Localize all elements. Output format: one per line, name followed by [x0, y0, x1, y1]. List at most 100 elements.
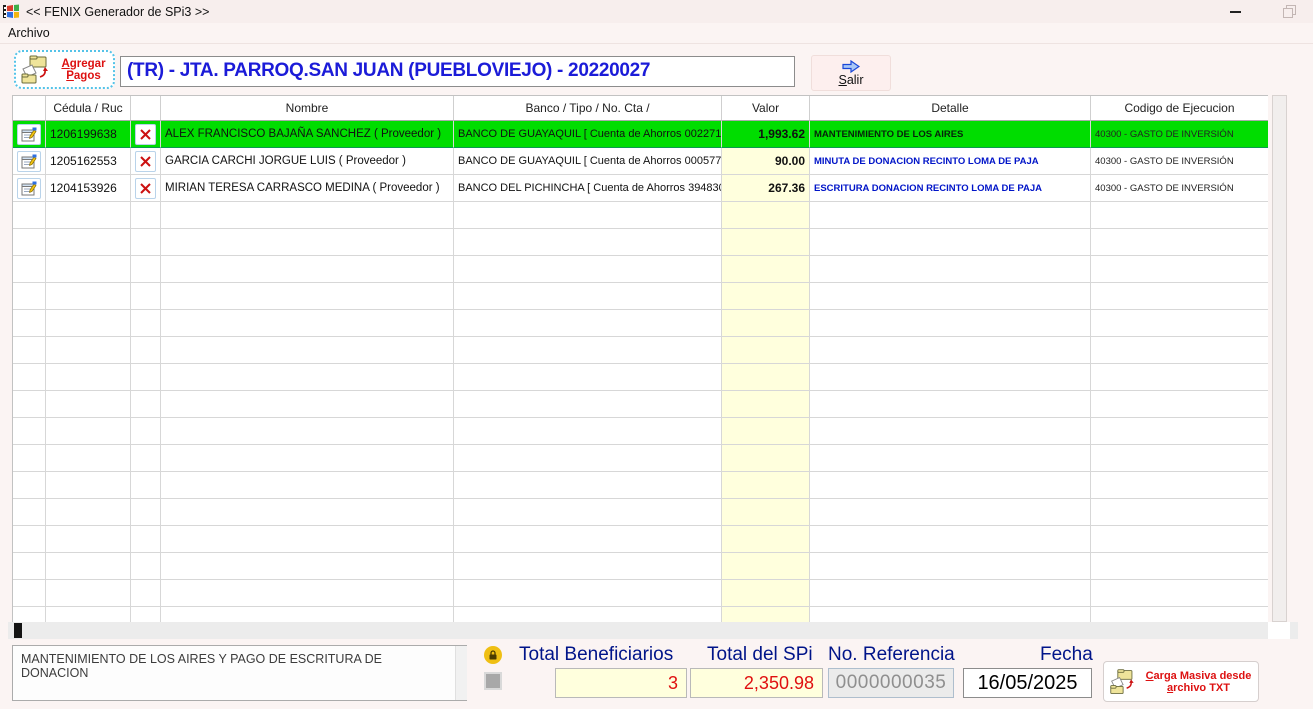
- table-cell: [810, 418, 1091, 445]
- table-cell: BANCO DE GUAYAQUIL [ Cuenta de Ahorros 0…: [454, 148, 722, 175]
- table-cell: [46, 364, 131, 391]
- table-cell: [454, 283, 722, 310]
- table-cell: [161, 472, 454, 499]
- table-cell: [810, 499, 1091, 526]
- folders-arrow-icon: [1110, 668, 1134, 694]
- table-cell: [13, 499, 46, 526]
- table-cell: [161, 553, 454, 580]
- table-cell: 40300 - GASTO DE INVERSIÓN: [1091, 148, 1268, 175]
- header-delete-column: [131, 96, 161, 121]
- table-cell: [810, 445, 1091, 472]
- table-cell: [131, 256, 161, 283]
- table-cell: [13, 418, 46, 445]
- table-cell: [722, 526, 810, 553]
- observacion-textarea[interactable]: MANTENIMIENTO DE LOS AIRES Y PAGO DE ESC…: [12, 645, 467, 701]
- table-cell: [161, 526, 454, 553]
- total-spi-label: Total del SPi: [707, 644, 813, 665]
- table-cell: [161, 499, 454, 526]
- table-cell: MANTENIMIENTO DE LOS AIRES: [810, 121, 1091, 148]
- table-cell: [161, 445, 454, 472]
- table-cell: [131, 202, 161, 229]
- table-cell: [1091, 310, 1268, 337]
- table-cell: [1091, 391, 1268, 418]
- horizontal-scrollbar-thumb[interactable]: [14, 623, 22, 638]
- table-cell: [810, 337, 1091, 364]
- table-cell: [131, 391, 161, 418]
- table-cell: [454, 607, 722, 622]
- header-cedula: Cédula / Ruc: [46, 96, 131, 121]
- table-cell: [46, 337, 131, 364]
- table-cell: BANCO DEL PICHINCHA [ Cuenta de Ahorros …: [454, 175, 722, 202]
- table-cell: [1091, 337, 1268, 364]
- table-cell: [13, 175, 46, 202]
- table-cell: 90.00: [722, 148, 810, 175]
- fecha-field[interactable]: 16/05/2025: [963, 668, 1092, 698]
- edit-row-button[interactable]: [17, 123, 41, 145]
- edit-row-button[interactable]: [17, 177, 41, 199]
- table-cell: [810, 607, 1091, 622]
- table-cell: [46, 418, 131, 445]
- table-cell: [722, 283, 810, 310]
- table-cell: [722, 472, 810, 499]
- total-beneficiarios-label: Total Beneficiarios: [519, 644, 674, 665]
- edit-row-button[interactable]: [17, 150, 41, 172]
- table-row-empty: [13, 553, 1268, 580]
- salir-button[interactable]: Salir: [811, 55, 891, 91]
- menu-archivo[interactable]: Archivo: [0, 24, 58, 42]
- table-cell: [13, 472, 46, 499]
- header-edit-column: [13, 96, 46, 121]
- table-row-empty: [13, 364, 1268, 391]
- table-cell: [13, 121, 46, 148]
- table-cell: [1091, 445, 1268, 472]
- table-row[interactable]: 1206199638 ALEX FRANCISCO BAJAÑA SANCHEZ…: [13, 121, 1268, 148]
- delete-row-button[interactable]: [135, 177, 156, 199]
- carga-masiva-button[interactable]: Carga Masiva desde archivo TXT: [1103, 661, 1259, 702]
- table-cell: [46, 580, 131, 607]
- delete-row-button[interactable]: [135, 123, 156, 145]
- table-row[interactable]: 1205162553 GARCIA CARCHI JORGUE LUIS ( P…: [13, 148, 1268, 175]
- observacion-scrollbar[interactable]: [455, 646, 467, 700]
- header-nombre: Nombre: [161, 96, 454, 121]
- referencia-field: 0000000035: [828, 668, 954, 698]
- table-cell: [810, 310, 1091, 337]
- vertical-scrollbar[interactable]: [1272, 95, 1287, 622]
- table-cell: [810, 580, 1091, 607]
- table-cell: [46, 202, 131, 229]
- table-cell: [454, 499, 722, 526]
- restore-button[interactable]: [1275, 0, 1303, 23]
- table-cell: [13, 337, 46, 364]
- table-cell: GARCIA CARCHI JORGUE LUIS ( Proveedor ): [161, 148, 454, 175]
- fecha-label: Fecha: [1040, 644, 1093, 665]
- table-cell: [46, 499, 131, 526]
- table-cell: ESCRITURA DONACION RECINTO LOMA DE PAJA: [810, 175, 1091, 202]
- table-cell: [131, 310, 161, 337]
- delete-row-button[interactable]: [135, 150, 156, 172]
- minimize-button[interactable]: [1221, 0, 1249, 23]
- table-cell: [131, 175, 161, 202]
- agregar-pagos-button[interactable]: Agregar Pagos: [14, 50, 115, 89]
- table-cell: [1091, 418, 1268, 445]
- gray-checkbox[interactable]: [484, 672, 502, 690]
- table-cell: 1205162553: [46, 148, 131, 175]
- app-window: << FENIX Generador de SPi3 >> Archivo Ag…: [0, 0, 1313, 709]
- referencia-label: No. Referencia: [828, 644, 955, 665]
- table-row-empty: [13, 310, 1268, 337]
- table-cell: [810, 526, 1091, 553]
- header-valor: Valor: [722, 96, 810, 121]
- entity-field[interactable]: (TR) - JTA. PARROQ.SAN JUAN (PUEBLOVIEJO…: [120, 56, 795, 87]
- table-cell: [131, 418, 161, 445]
- table-cell: [161, 364, 454, 391]
- table-row[interactable]: 1204153926 MIRIAN TERESA CARRASCO MEDINA…: [13, 175, 1268, 202]
- table-cell: [46, 472, 131, 499]
- table-cell: [161, 418, 454, 445]
- table-cell: [1091, 256, 1268, 283]
- table-cell: [810, 391, 1091, 418]
- horizontal-scrollbar[interactable]: [8, 622, 1298, 639]
- table-row-empty: [13, 337, 1268, 364]
- table-cell: [13, 202, 46, 229]
- edit-form-icon: [21, 181, 37, 195]
- table-cell: [46, 229, 131, 256]
- table-cell: [131, 445, 161, 472]
- lock-button[interactable]: [484, 646, 502, 664]
- app-icon: [3, 4, 19, 18]
